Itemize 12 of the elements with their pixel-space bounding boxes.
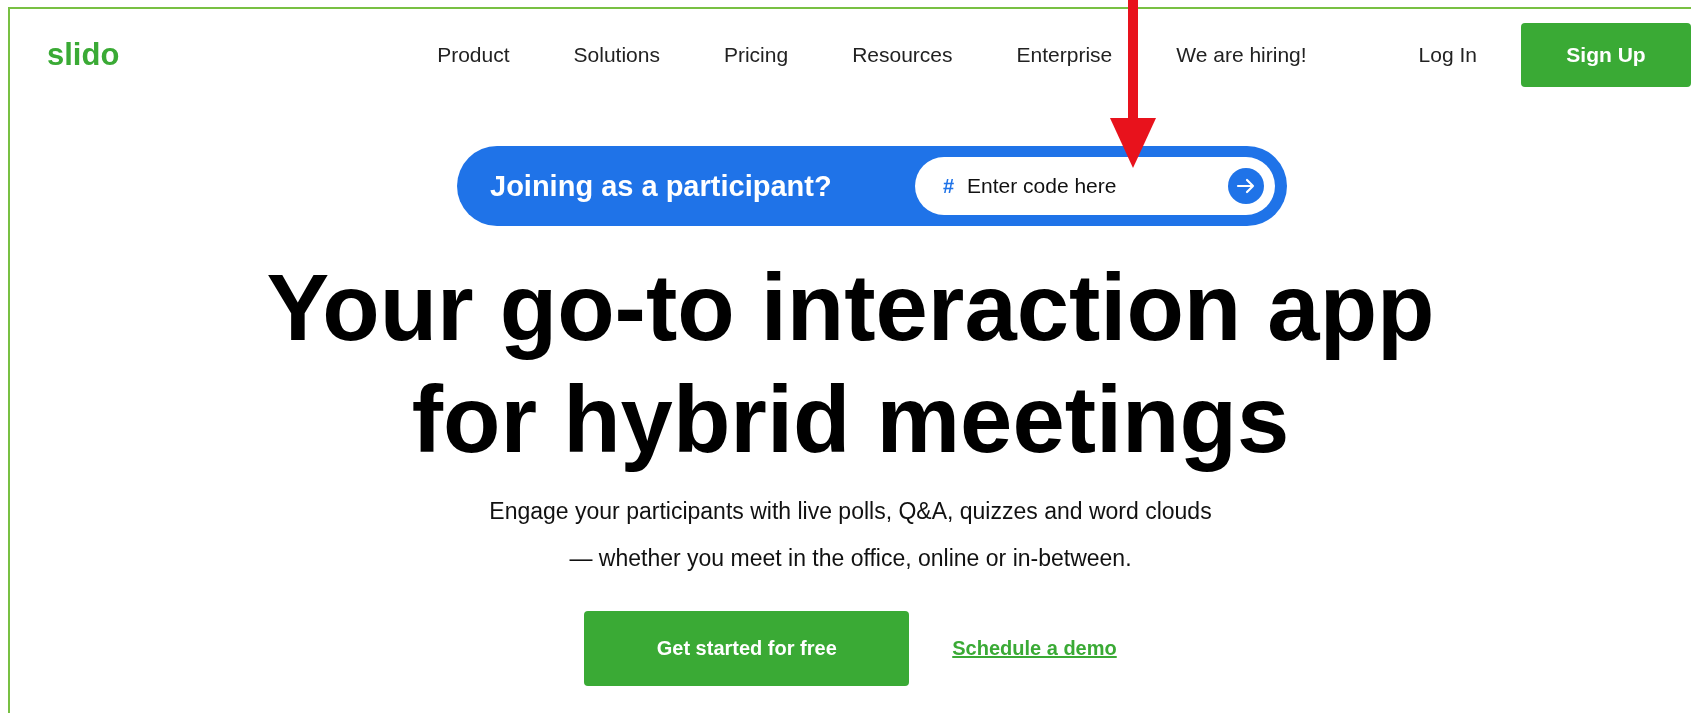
nav-link[interactable]: Pricing [723, 43, 789, 67]
nav-link[interactable]: We are hiring! [1176, 43, 1307, 67]
nav-link[interactable]: Resources [852, 43, 953, 67]
login-link[interactable]: Log In [1418, 43, 1477, 67]
nav-link[interactable]: Solutions [573, 43, 660, 67]
hero-title: Your go-to interaction app for hybrid meetings [266, 254, 1435, 474]
nav-link[interactable]: Product [437, 43, 510, 67]
join-label: Joining as a participant? [490, 169, 832, 203]
nav-link[interactable]: Enterprise [1016, 43, 1113, 67]
arrow-right-icon[interactable] [1228, 168, 1264, 204]
hash-icon: # [943, 174, 955, 198]
hero-subtitle: Engage your participants with live polls, Q&A, quizzes and word clouds — whether you meet in the office, online or in-between. [489, 497, 1212, 573]
